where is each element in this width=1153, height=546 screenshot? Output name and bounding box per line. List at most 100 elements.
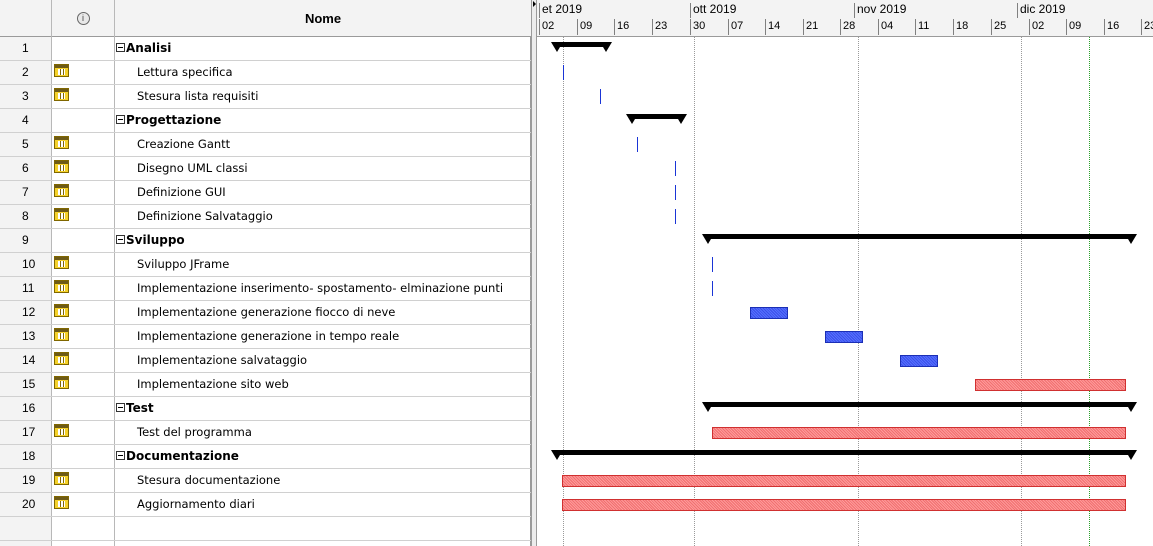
row-number[interactable]: 1 — [0, 37, 52, 60]
row-number[interactable]: 17 — [0, 421, 52, 444]
task-bar-blue[interactable] — [825, 331, 863, 343]
task-bar-red[interactable] — [975, 379, 1126, 391]
calendar-icon — [54, 328, 69, 341]
task-name[interactable]: Lettura specifica — [115, 61, 531, 84]
task-bar-red[interactable] — [562, 499, 1126, 511]
task-name[interactable]: Disegno UML classi — [115, 157, 531, 180]
empty-row[interactable] — [0, 541, 531, 546]
task-bar-red[interactable] — [712, 427, 1126, 439]
row-number[interactable] — [0, 541, 52, 546]
task-row[interactable]: 12 Implementazione generazione fiocco di … — [0, 301, 531, 325]
summary-bar[interactable] — [551, 42, 612, 52]
task-row[interactable]: 8 Definizione Salvataggio — [0, 205, 531, 229]
task-row[interactable]: 15 Implementazione sito web — [0, 373, 531, 397]
task-row[interactable]: 19 Stesura documentazione — [0, 469, 531, 493]
collapse-icon[interactable] — [116, 43, 125, 52]
row-number[interactable]: 10 — [0, 253, 52, 276]
row-number-header[interactable] — [0, 0, 52, 37]
task-bar-blue[interactable] — [900, 355, 938, 367]
task-bar-blue[interactable] — [750, 307, 788, 319]
summary-bar[interactable] — [702, 402, 1137, 412]
gantt-bars-area[interactable] — [537, 37, 1153, 546]
summary-task-row[interactable]: 16 Test — [0, 397, 531, 421]
collapse-icon[interactable] — [116, 451, 125, 460]
row-number[interactable]: 6 — [0, 157, 52, 180]
task-row[interactable]: 10 Sviluppo JFrame — [0, 253, 531, 277]
summary-task-row[interactable]: 9 Sviluppo — [0, 229, 531, 253]
task-name[interactable]: Aggiornamento diari — [115, 493, 531, 516]
task-name[interactable]: Sviluppo — [115, 229, 531, 252]
task-name[interactable]: Implementazione generazione in tempo rea… — [115, 325, 531, 348]
task-name[interactable]: Implementazione inserimento- spostamento… — [115, 277, 531, 300]
task-name[interactable]: Implementazione salvataggio — [115, 349, 531, 372]
task-row[interactable]: 6 Disegno UML classi — [0, 157, 531, 181]
task-row[interactable]: 14 Implementazione salvataggio — [0, 349, 531, 373]
task-name[interactable]: Implementazione generazione fiocco di ne… — [115, 301, 531, 324]
task-row[interactable]: 5 Creazione Gantt — [0, 133, 531, 157]
row-number[interactable]: 11 — [0, 277, 52, 300]
task-name[interactable]: Sviluppo JFrame — [115, 253, 531, 276]
task-row[interactable]: 2 Lettura specifica — [0, 61, 531, 85]
short-task-mark[interactable] — [712, 281, 713, 296]
summary-bar[interactable] — [702, 234, 1137, 244]
indicator-cell — [52, 397, 115, 420]
summary-task-row[interactable]: 1 Analisi — [0, 37, 531, 61]
short-task-mark[interactable] — [563, 65, 564, 80]
row-number[interactable]: 19 — [0, 469, 52, 492]
task-row[interactable]: 20 Aggiornamento diari — [0, 493, 531, 517]
task-row[interactable]: 3 Stesura lista requisiti — [0, 85, 531, 109]
summary-bar[interactable] — [551, 450, 1137, 460]
row-number[interactable] — [0, 517, 52, 540]
scroll-left-arrow-icon[interactable] — [533, 1, 536, 7]
task-name[interactable]: Definizione GUI — [115, 181, 531, 204]
summary-task-row[interactable]: 18 Documentazione — [0, 445, 531, 469]
row-number[interactable]: 15 — [0, 373, 52, 396]
row-number[interactable]: 13 — [0, 325, 52, 348]
row-number[interactable]: 18 — [0, 445, 52, 468]
task-row[interactable]: 7 Definizione GUI — [0, 181, 531, 205]
task-bar-red[interactable] — [562, 475, 1126, 487]
row-number[interactable]: 7 — [0, 181, 52, 204]
task-name[interactable]: Creazione Gantt — [115, 133, 531, 156]
task-name[interactable]: Definizione Salvataggio — [115, 205, 531, 228]
task-name-label: Stesura documentazione — [137, 473, 281, 487]
indicators-header[interactable]: i — [52, 0, 115, 37]
collapse-icon[interactable] — [116, 115, 125, 124]
short-task-mark[interactable] — [637, 137, 638, 152]
summary-bar[interactable] — [626, 114, 687, 124]
task-name[interactable]: Implementazione sito web — [115, 373, 531, 396]
row-number[interactable]: 3 — [0, 85, 52, 108]
row-number[interactable]: 2 — [0, 61, 52, 84]
task-name[interactable]: Documentazione — [115, 445, 531, 468]
short-task-mark[interactable] — [712, 257, 713, 272]
task-row[interactable]: 13 Implementazione generazione in tempo r… — [0, 325, 531, 349]
short-task-mark[interactable] — [675, 209, 676, 224]
task-name[interactable]: Test del programma — [115, 421, 531, 444]
task-name[interactable]: Progettazione — [115, 109, 531, 132]
task-row[interactable]: 11 Implementazione inserimento- spostamen… — [0, 277, 531, 301]
name-column-header[interactable]: Nome — [115, 0, 531, 37]
empty-row[interactable] — [0, 517, 531, 541]
collapse-icon[interactable] — [116, 403, 125, 412]
row-number[interactable]: 9 — [0, 229, 52, 252]
row-number[interactable]: 5 — [0, 133, 52, 156]
summary-task-row[interactable]: 4 Progettazione — [0, 109, 531, 133]
row-number[interactable]: 8 — [0, 205, 52, 228]
row-number[interactable]: 12 — [0, 301, 52, 324]
row-number[interactable]: 16 — [0, 397, 52, 420]
task-row[interactable]: 17 Test del programma — [0, 421, 531, 445]
row-number[interactable]: 20 — [0, 493, 52, 516]
short-task-mark[interactable] — [675, 161, 676, 176]
collapse-icon[interactable] — [116, 235, 125, 244]
row-number[interactable]: 14 — [0, 349, 52, 372]
short-task-mark[interactable] — [600, 89, 601, 104]
week-label: 23 — [1141, 19, 1153, 35]
summary-bar-cap — [675, 114, 687, 124]
task-name[interactable]: Test — [115, 397, 531, 420]
short-task-mark[interactable] — [675, 185, 676, 200]
task-name[interactable]: Analisi — [115, 37, 531, 60]
task-name-label: Definizione Salvataggio — [137, 209, 273, 223]
row-number[interactable]: 4 — [0, 109, 52, 132]
task-name[interactable]: Stesura lista requisiti — [115, 85, 531, 108]
task-name[interactable]: Stesura documentazione — [115, 469, 531, 492]
